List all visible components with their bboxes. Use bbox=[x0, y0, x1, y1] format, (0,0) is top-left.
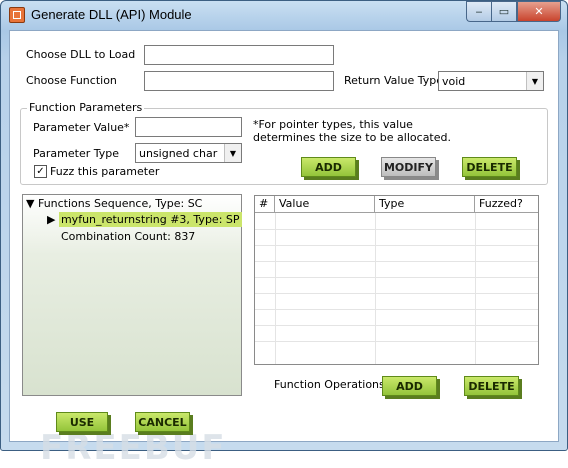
column-header-type[interactable]: Type bbox=[375, 196, 475, 212]
function-sequence-tree[interactable]: ▼ Functions Sequence, Type: SC ▶ myfun_r… bbox=[22, 194, 242, 396]
watermark-logo: FREEBUF bbox=[40, 428, 227, 468]
param-add-button[interactable]: ADD bbox=[301, 157, 356, 177]
choose-function-label: Choose Function bbox=[26, 74, 117, 87]
param-delete-button[interactable]: DELETE bbox=[462, 157, 517, 177]
pointer-note-line2: determines the size to be allocated. bbox=[253, 131, 451, 144]
column-header-value[interactable]: Value bbox=[275, 196, 375, 212]
window-controls: ‒ ▭ ✕ bbox=[466, 1, 561, 22]
grid-line bbox=[255, 309, 538, 310]
return-type-value: void bbox=[442, 75, 466, 88]
grid-line bbox=[255, 277, 538, 278]
fuzz-label: Fuzz this parameter bbox=[50, 165, 160, 178]
close-button[interactable]: ✕ bbox=[517, 1, 561, 22]
parameter-type-value: unsigned char bbox=[139, 147, 218, 160]
function-add-button[interactable]: ADD bbox=[382, 376, 437, 396]
grid-line bbox=[255, 245, 538, 246]
chevron-down-icon[interactable]: ▼ bbox=[224, 144, 241, 162]
tree-child-item[interactable]: ▶ myfun_returnstring #3, Type: SP bbox=[47, 212, 242, 227]
grid-line bbox=[255, 229, 538, 230]
table-header: # Value Type Fuzzed? bbox=[255, 196, 538, 213]
function-parameters-group: Function Parameters Parameter Value* *Fo… bbox=[20, 101, 548, 185]
maximize-button[interactable]: ▭ bbox=[491, 1, 517, 22]
tree-root-item[interactable]: ▼ Functions Sequence, Type: SC bbox=[26, 197, 202, 210]
cancel-button[interactable]: CANCEL bbox=[135, 412, 190, 432]
choose-dll-label: Choose DLL to Load bbox=[26, 48, 136, 61]
function-operations-label: Function Operations: bbox=[274, 378, 389, 391]
tree-root-label: Functions Sequence, Type: SC bbox=[37, 197, 203, 210]
collapsed-arrow-icon[interactable]: ▶ bbox=[47, 213, 55, 226]
window-title: Generate DLL (API) Module bbox=[31, 7, 192, 22]
parameter-type-label: Parameter Type bbox=[33, 147, 119, 160]
tree-child-label: myfun_returnstring #3, Type: SP bbox=[58, 212, 242, 227]
return-type-label: Return Value Type bbox=[344, 74, 443, 87]
parameters-table[interactable]: # Value Type Fuzzed? bbox=[254, 195, 539, 365]
chevron-down-icon[interactable]: ▼ bbox=[526, 72, 543, 90]
grid-line bbox=[255, 325, 538, 326]
grid-line bbox=[255, 341, 538, 342]
grid-line bbox=[255, 261, 538, 262]
parameter-value-label: Parameter Value* bbox=[33, 121, 130, 134]
function-delete-button[interactable]: DELETE bbox=[464, 376, 519, 396]
app-icon bbox=[9, 7, 25, 23]
parameter-type-select[interactable]: unsigned char ▼ bbox=[135, 143, 242, 163]
column-header-fuzzed[interactable]: Fuzzed? bbox=[475, 196, 538, 212]
parameter-value-input[interactable] bbox=[135, 117, 242, 137]
title-bar[interactable]: Generate DLL (API) Module ‒ ▭ ✕ bbox=[1, 1, 567, 31]
dialog-window: Generate DLL (API) Module ‒ ▭ ✕ Choose D… bbox=[0, 0, 568, 468]
dialog-client: Choose DLL to Load Choose Function Retur… bbox=[9, 30, 559, 468]
column-header-number[interactable]: # bbox=[255, 196, 275, 212]
function-parameters-legend: Function Parameters bbox=[27, 101, 145, 114]
fuzz-checkbox[interactable]: ✓ bbox=[34, 165, 47, 178]
use-button[interactable]: USE bbox=[56, 412, 108, 432]
combination-count: Combination Count: 837 bbox=[61, 230, 196, 243]
grid-line bbox=[255, 293, 538, 294]
choose-dll-input[interactable] bbox=[144, 45, 334, 65]
minimize-button[interactable]: ‒ bbox=[466, 1, 491, 22]
pointer-note-line1: *For pointer types, this value bbox=[253, 118, 413, 131]
param-modify-button[interactable]: MODIFY bbox=[381, 157, 436, 177]
choose-function-input[interactable] bbox=[144, 71, 334, 91]
expand-arrow-icon[interactable]: ▼ bbox=[26, 197, 34, 210]
return-type-select[interactable]: void ▼ bbox=[438, 71, 544, 91]
